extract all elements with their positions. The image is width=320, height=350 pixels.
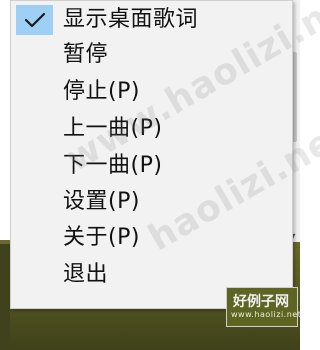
menu-item-show-desktop-lyrics[interactable]: 显示桌面歌词 bbox=[11, 1, 292, 38]
menu-item-label: 退出 bbox=[63, 262, 109, 287]
menu-item-stop[interactable]: 停止(P) bbox=[11, 73, 292, 110]
menu-item-pause[interactable]: 暂停 bbox=[11, 36, 292, 73]
menu-item-about[interactable]: 关于(P) bbox=[11, 219, 292, 256]
menu-item-label: 设置(P) bbox=[63, 189, 140, 214]
checkmark-icon bbox=[24, 12, 45, 28]
site-logo: 好例子网 www.haolizi.net bbox=[226, 287, 302, 327]
menu-item-label: 下一曲(P) bbox=[63, 153, 163, 178]
logo-subtitle: www.haolizi.net bbox=[231, 310, 302, 319]
menu-item-label: 关于(P) bbox=[63, 225, 140, 250]
checkmark-highlight bbox=[16, 5, 53, 35]
menu-item-label: 暂停 bbox=[63, 42, 109, 67]
menu-item-settings[interactable]: 设置(P) bbox=[11, 183, 292, 220]
menu-item-label: 上一曲(P) bbox=[63, 116, 163, 141]
background-ground-edge bbox=[0, 244, 10, 350]
logo-title: 好例子网 bbox=[233, 294, 289, 310]
context-menu: 显示桌面歌词 暂停 停止(P) 上一曲(P) 下一曲(P) 设置(P) 关于(P… bbox=[10, 0, 293, 309]
menu-item-label: 停止(P) bbox=[63, 79, 140, 104]
menu-item-previous-track[interactable]: 上一曲(P) bbox=[11, 110, 292, 147]
menu-item-next-track[interactable]: 下一曲(P) bbox=[11, 147, 292, 184]
menu-item-label: 显示桌面歌词 bbox=[63, 7, 199, 32]
